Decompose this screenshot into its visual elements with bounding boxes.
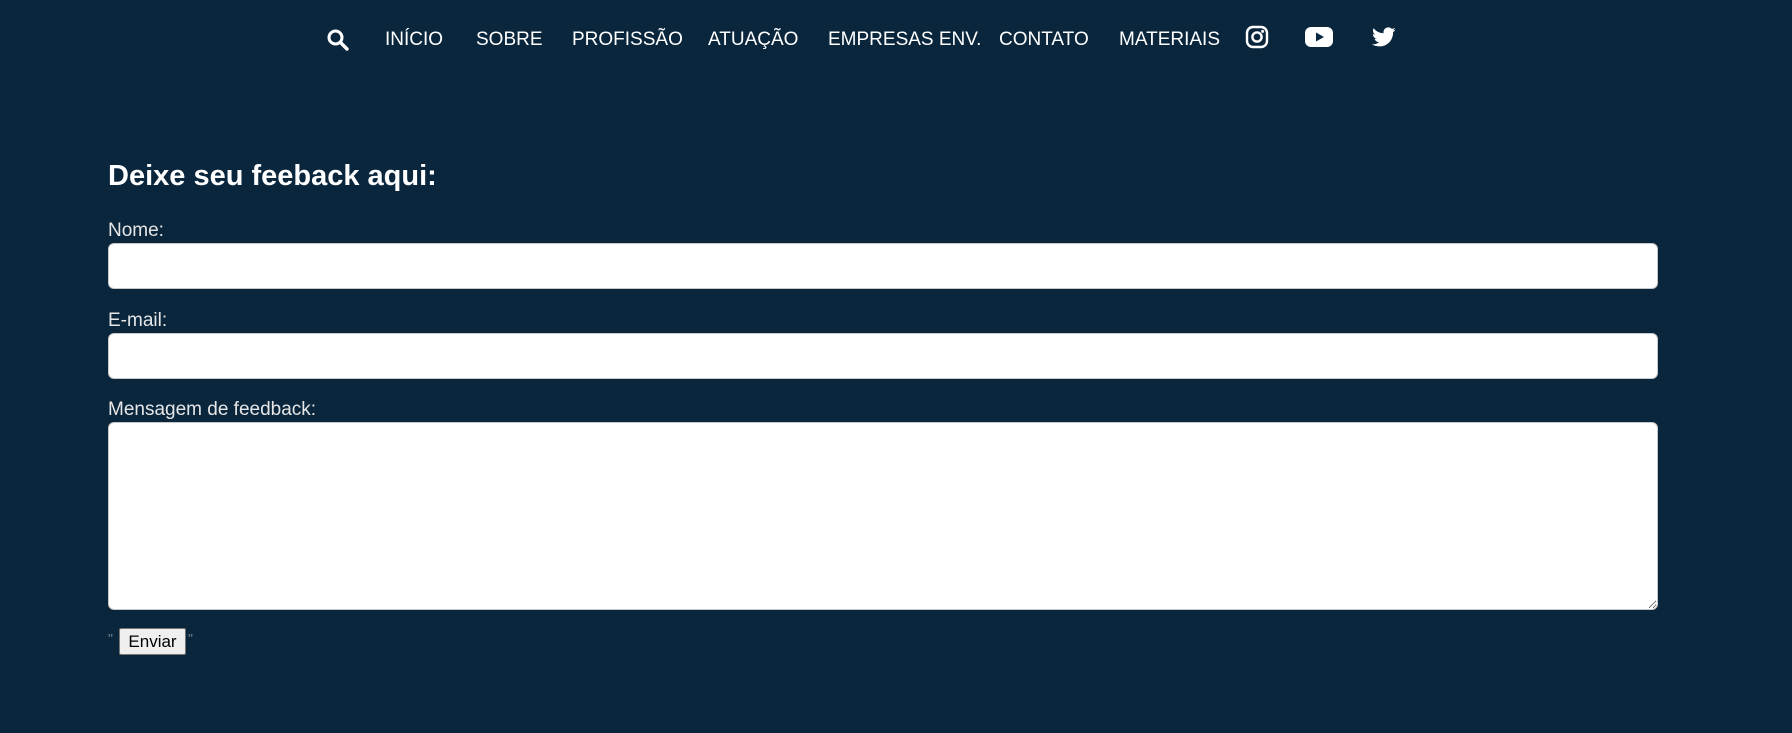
quote-mark-open: '' — [108, 631, 113, 646]
twitter-icon[interactable] — [1371, 25, 1397, 54]
search-icon[interactable] — [326, 28, 350, 52]
nav-link-profissao[interactable]: PROFISSÃO — [572, 28, 683, 52]
nav-link-contato[interactable]: CONTATO — [999, 28, 1089, 52]
feedback-form-title: Deixe seu feeback aqui: — [108, 160, 437, 192]
submit-button[interactable]: Enviar — [119, 628, 186, 655]
nav-link-empresas-env[interactable]: EMPRESAS ENV. — [828, 28, 981, 52]
message-label: Mensagem de feedback: — [108, 399, 317, 420]
nav-link-inicio[interactable]: INÍCIO — [385, 28, 443, 52]
name-label: Nome: — [108, 220, 164, 241]
nav-link-materiais[interactable]: MATERIAIS — [1119, 28, 1220, 52]
name-field[interactable] — [108, 243, 1658, 289]
top-navigation: INÍCIO SOBRE PROFISSÃO ATUAÇÃO EMPRESAS … — [0, 0, 1792, 80]
email-field[interactable] — [108, 333, 1658, 379]
email-label: E-mail: — [108, 310, 168, 331]
youtube-icon[interactable] — [1305, 25, 1333, 54]
nav-link-sobre[interactable]: SOBRE — [476, 28, 543, 52]
instagram-icon[interactable] — [1245, 25, 1269, 54]
quote-mark-close: '' — [188, 631, 193, 646]
feedback-message-field[interactable] — [108, 422, 1658, 610]
nav-link-atuacao[interactable]: ATUAÇÃO — [708, 28, 798, 52]
